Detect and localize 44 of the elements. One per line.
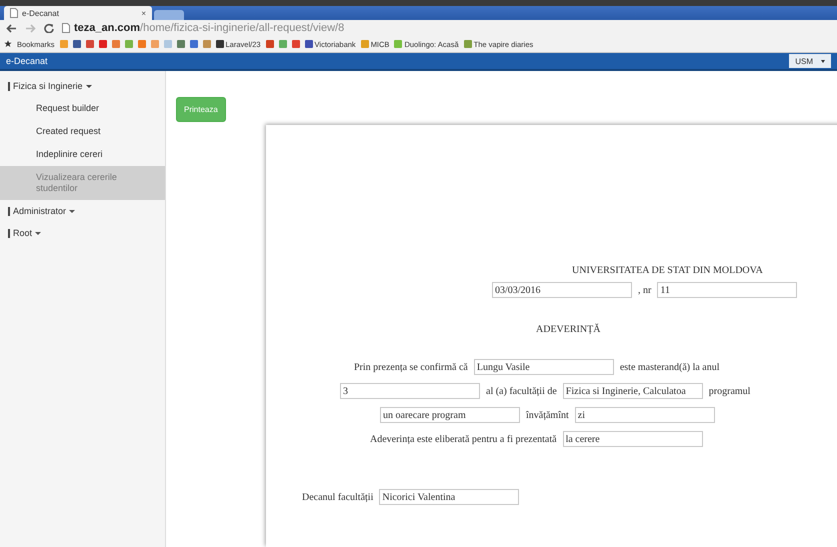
browser-tab[interactable]: e-Decanat × <box>4 6 152 20</box>
input-field[interactable]: Nicorici Valentina <box>379 489 520 505</box>
sidebar-group[interactable]: Administrator <box>0 200 165 222</box>
page-icon <box>10 8 18 18</box>
sidebar-item[interactable]: Request builder <box>0 97 165 120</box>
page-icon <box>62 23 70 33</box>
input-field[interactable]: zi <box>574 407 715 423</box>
back-icon[interactable] <box>6 24 17 32</box>
bookmark-icon[interactable] <box>98 40 107 48</box>
document-text: Decanul facultății <box>302 492 374 502</box>
bookmark-icon[interactable] <box>202 40 211 48</box>
document-text: este masterand(ă) la anul <box>620 362 720 372</box>
bookmark-icon[interactable] <box>112 40 120 48</box>
sidebar-item[interactable]: Indeplinire cereri <box>0 143 165 166</box>
input-field[interactable]: 11 <box>657 282 798 298</box>
bookmark-icon[interactable] <box>138 40 146 48</box>
input-field[interactable]: Lungu Vasile <box>474 359 614 375</box>
sidebar-item[interactable]: Created request <box>0 120 165 143</box>
document-title: ADEVERINȚĂ <box>536 324 600 335</box>
document-text: , nr <box>638 284 652 296</box>
bookmark-icon[interactable] <box>190 40 198 48</box>
brand-link[interactable]: e-Decanat <box>6 56 48 66</box>
input-field[interactable]: la cerere <box>562 431 703 447</box>
document-text: Prin prezența se confirmă că <box>354 362 468 372</box>
document-text: programul <box>708 386 750 396</box>
input-field[interactable]: 3 <box>340 383 480 399</box>
document-text: al (a) facultății de <box>486 386 557 396</box>
bookmark-icon[interactable] <box>86 40 94 48</box>
bookmark-icon[interactable] <box>292 40 300 48</box>
reload-icon[interactable] <box>44 23 54 33</box>
document-text: UNIVERSITATEA DE STAT DIN MOLDOVA <box>572 265 763 276</box>
university-dropdown[interactable]: USM <box>789 54 831 68</box>
input-field[interactable]: 03/03/2016 <box>492 282 632 298</box>
input-field[interactable]: un oarecare program <box>380 407 520 423</box>
star-icon <box>4 40 12 48</box>
sidebar-group[interactable]: Root <box>0 222 165 244</box>
bookmark-icon[interactable] <box>266 40 274 48</box>
forward-icon[interactable] <box>25 24 36 32</box>
document-text: Adeverința este eliberată pentru a fi prezentată <box>370 434 557 444</box>
input-field[interactable]: Fizica si Inginerie, Calculatoa <box>562 383 703 399</box>
document-text: învățămînt <box>526 410 569 420</box>
bookmark-icon[interactable] <box>176 40 185 48</box>
sidebar-group[interactable]: Fizica si Inginerie <box>0 75 165 97</box>
bookmark-icon[interactable] <box>72 40 81 48</box>
